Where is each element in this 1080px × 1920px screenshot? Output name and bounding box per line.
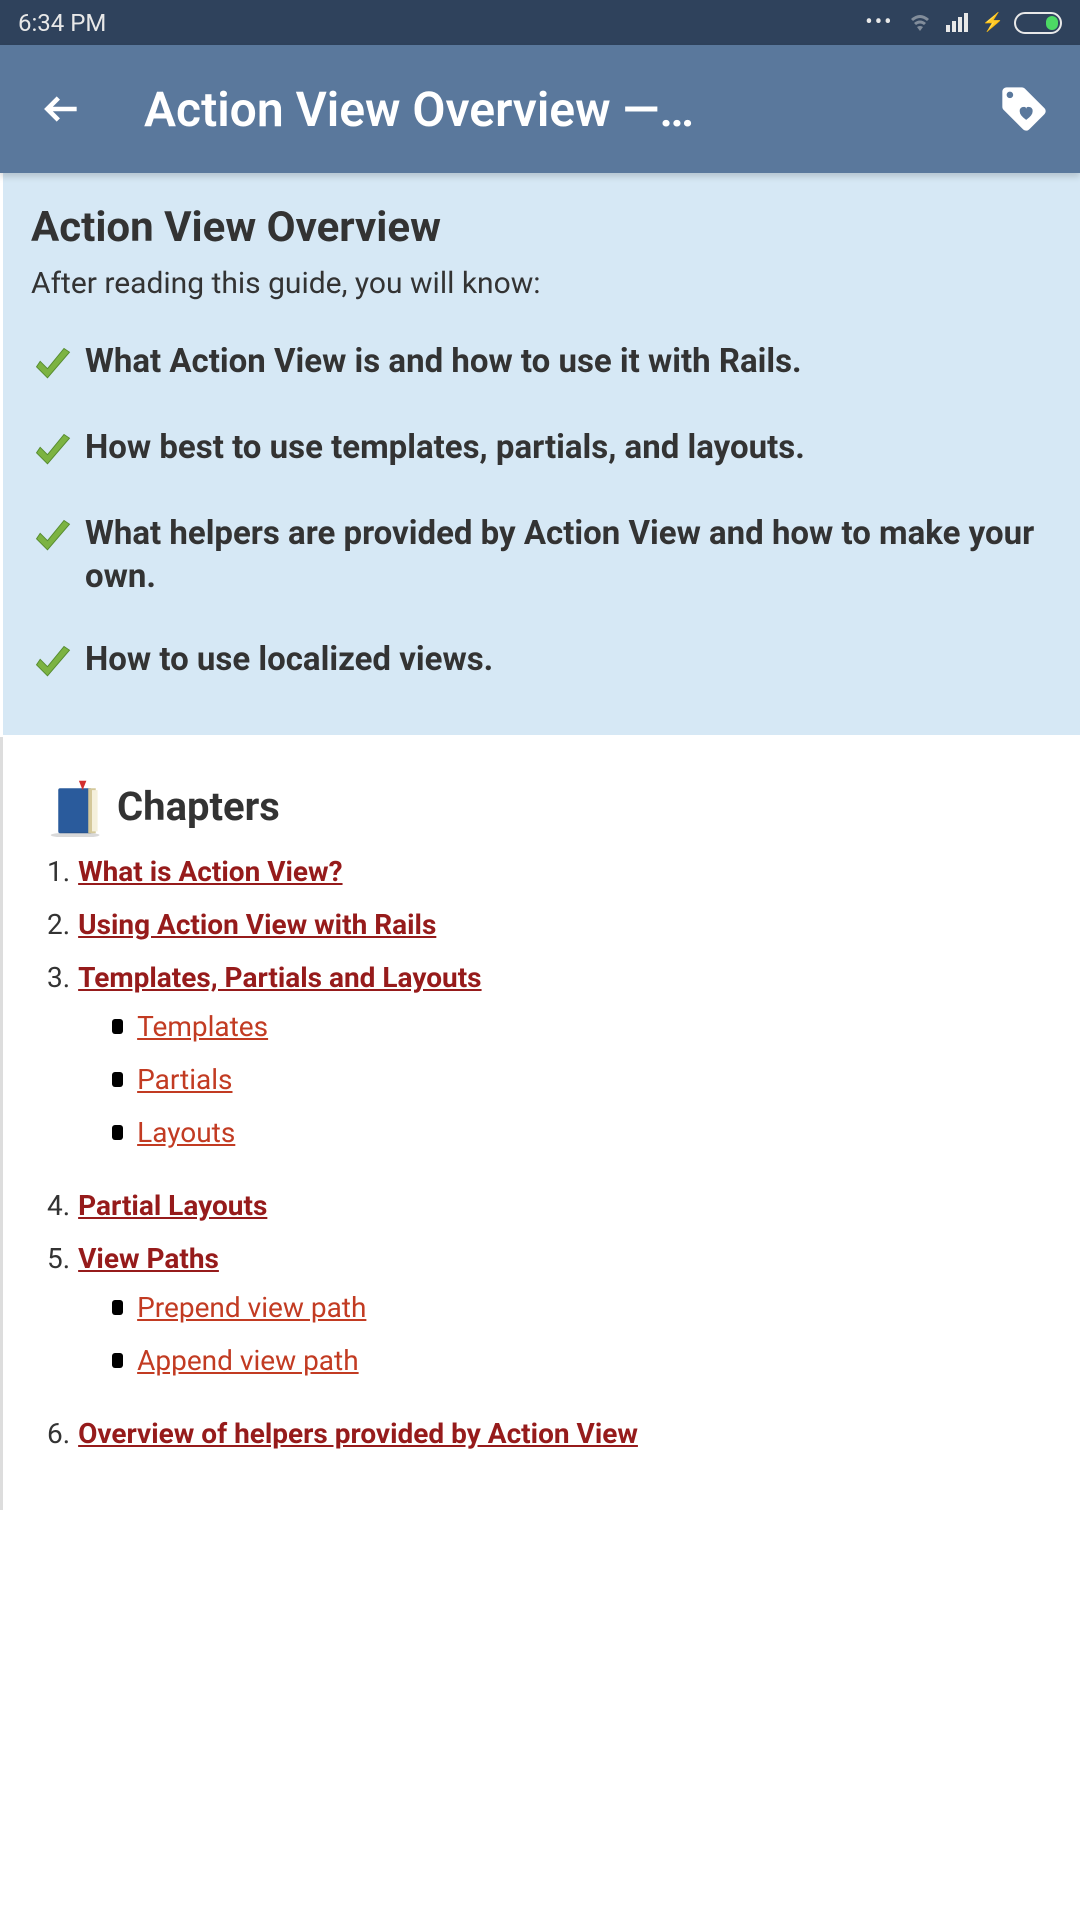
bullet-icon bbox=[112, 1125, 123, 1140]
sub-list: Templates Partials Layouts bbox=[112, 1010, 481, 1149]
sub-link[interactable]: Templates bbox=[137, 1010, 268, 1043]
chapter-link[interactable]: Templates, Partials and Layouts bbox=[78, 961, 481, 994]
sub-item: Templates bbox=[112, 1010, 481, 1043]
chapter-number: 3. bbox=[47, 961, 70, 1169]
chapter-link[interactable]: View Paths bbox=[78, 1242, 219, 1275]
sub-link[interactable]: Prepend view path bbox=[137, 1291, 366, 1324]
learning-points-list: What Action View is and how to use it wi… bbox=[31, 341, 1052, 685]
sub-item: Prepend view path bbox=[112, 1291, 366, 1324]
tag-icon[interactable] bbox=[998, 83, 1050, 135]
bullet-icon bbox=[112, 1019, 123, 1034]
chapters-section: Chapters 1.What is Action View?2.Using A… bbox=[0, 737, 1080, 1510]
chapter-number: 5. bbox=[47, 1242, 70, 1397]
chapter-item: 6.Overview of helpers provided by Action… bbox=[47, 1417, 1036, 1450]
chapter-number: 4. bbox=[47, 1189, 70, 1222]
chapter-number: 6. bbox=[47, 1417, 70, 1450]
chapters-title: Chapters bbox=[117, 783, 280, 830]
bullet-icon bbox=[112, 1300, 123, 1315]
sub-list: Prepend view path Append view path bbox=[112, 1291, 366, 1377]
list-item: How to use localized views. bbox=[31, 639, 1052, 685]
check-icon bbox=[31, 515, 75, 559]
chapter-item: 2.Using Action View with Rails bbox=[47, 908, 1036, 941]
chapters-list: 1.What is Action View?2.Using Action Vie… bbox=[47, 855, 1036, 1450]
list-item: How best to use templates, partials, and… bbox=[31, 427, 1052, 473]
bullet-icon bbox=[112, 1072, 123, 1087]
chapter-number: 2. bbox=[47, 908, 70, 941]
check-icon bbox=[31, 343, 75, 387]
battery-icon bbox=[1014, 12, 1062, 34]
signal-icon bbox=[946, 13, 968, 32]
charging-icon: ⚡ bbox=[982, 12, 1004, 33]
chapter-link[interactable]: Overview of helpers provided by Action V… bbox=[78, 1417, 638, 1450]
list-item: What Action View is and how to use it wi… bbox=[31, 341, 1052, 387]
chapter-item: 5.View Paths Prepend view path Append view… bbox=[47, 1242, 1036, 1397]
chapters-header: Chapters bbox=[47, 777, 1036, 837]
sub-link[interactable]: Partials bbox=[137, 1063, 232, 1096]
chapter-link[interactable]: Using Action View with Rails bbox=[78, 908, 436, 941]
check-text: What helpers are provided by Action View… bbox=[85, 513, 1052, 599]
check-text: How best to use templates, partials, and… bbox=[85, 427, 805, 470]
chapter-item: 3.Templates, Partials and Layouts Templat… bbox=[47, 961, 1036, 1169]
sub-item: Partials bbox=[112, 1063, 481, 1096]
status-indicators: ••• ⚡ bbox=[865, 10, 1062, 35]
intro-lead: After reading this guide, you will know: bbox=[31, 266, 1052, 301]
sub-item: Append view path bbox=[112, 1344, 366, 1377]
sub-link[interactable]: Append view path bbox=[137, 1344, 359, 1377]
chapter-item: 1.What is Action View? bbox=[47, 855, 1036, 888]
check-text: How to use localized views. bbox=[85, 639, 493, 682]
status-bar: 6:34 PM ••• ⚡ bbox=[0, 0, 1080, 45]
sub-link[interactable]: Layouts bbox=[137, 1116, 235, 1149]
back-arrow-icon[interactable] bbox=[40, 87, 84, 131]
intro-section: Action View Overview After reading this … bbox=[0, 173, 1080, 735]
check-icon bbox=[31, 429, 75, 473]
chapter-number: 1. bbox=[47, 855, 70, 888]
list-item: What helpers are provided by Action View… bbox=[31, 513, 1052, 599]
app-bar: Action View Overview —… bbox=[0, 45, 1080, 173]
chapter-link[interactable]: Partial Layouts bbox=[78, 1189, 267, 1222]
page-title: Action View Overview bbox=[31, 203, 1052, 252]
more-dots-icon: ••• bbox=[865, 10, 893, 35]
check-text: What Action View is and how to use it wi… bbox=[85, 341, 802, 384]
chapter-link[interactable]: What is Action View? bbox=[78, 855, 342, 888]
bullet-icon bbox=[112, 1353, 123, 1368]
chapter-item: 4.Partial Layouts bbox=[47, 1189, 1036, 1222]
wifi-icon bbox=[908, 13, 932, 33]
sub-item: Layouts bbox=[112, 1116, 481, 1149]
book-icon bbox=[47, 777, 107, 837]
app-bar-title: Action View Overview —… bbox=[144, 81, 998, 138]
status-time: 6:34 PM bbox=[18, 9, 106, 37]
check-icon bbox=[31, 641, 75, 685]
